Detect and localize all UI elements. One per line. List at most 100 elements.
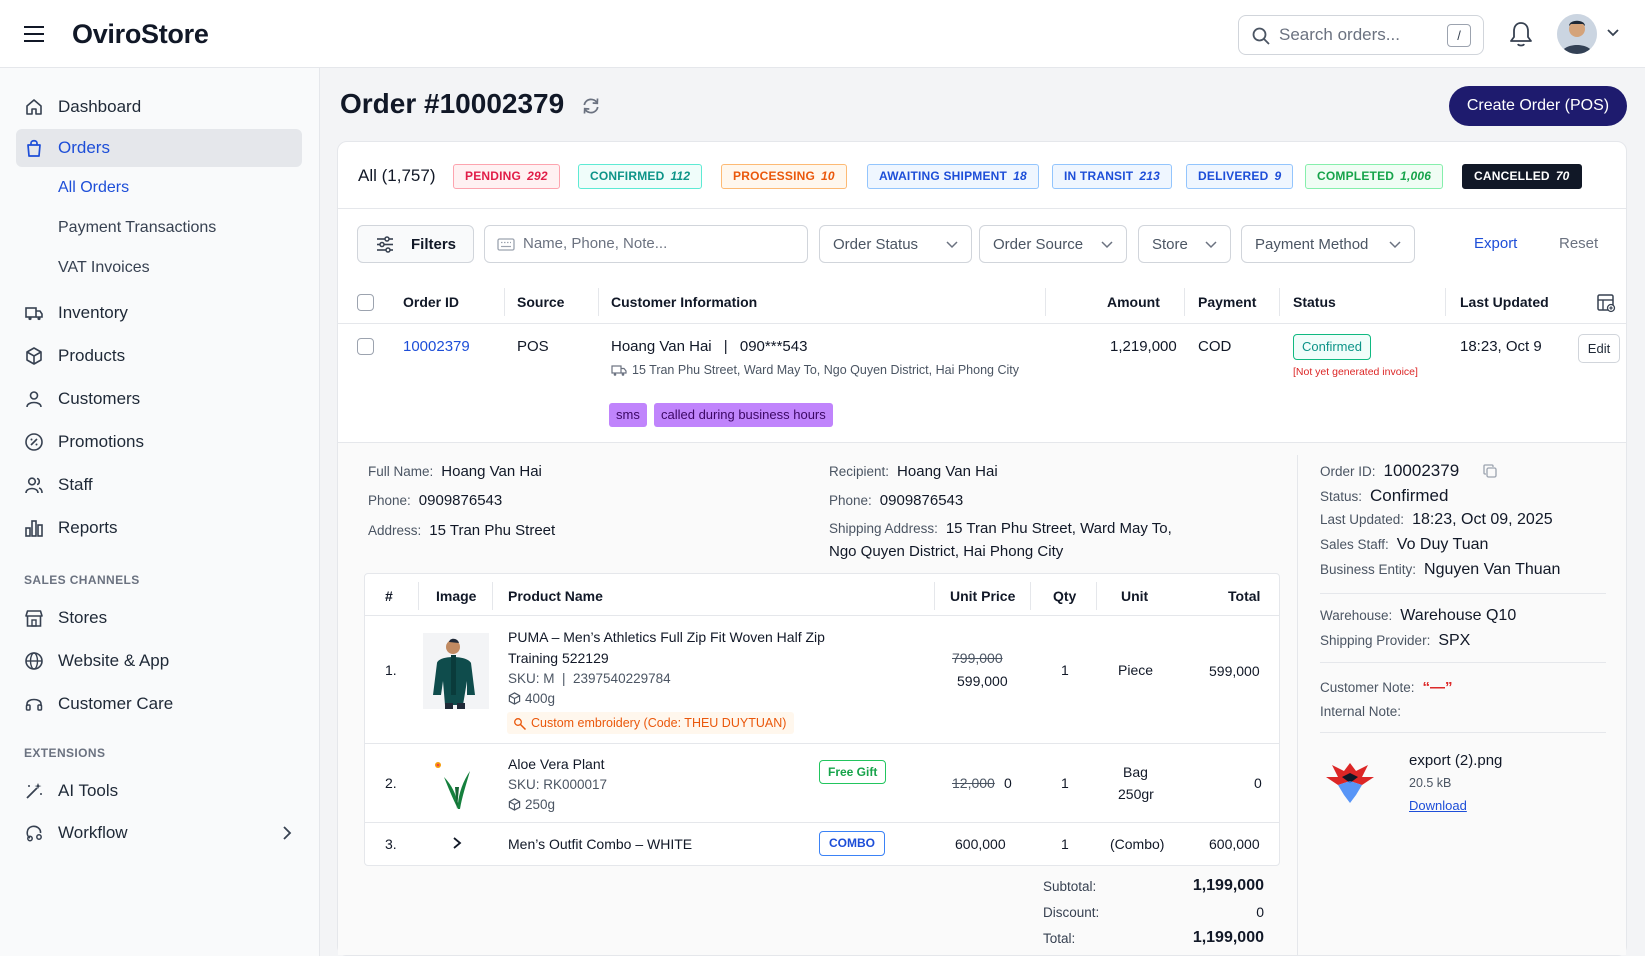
order-status-select[interactable]: Order Status xyxy=(819,225,972,263)
column-divider xyxy=(934,582,935,610)
column-header-order-id[interactable]: Order ID xyxy=(403,294,459,310)
store-select[interactable]: Store xyxy=(1138,225,1231,263)
product-unit: Bag xyxy=(1123,764,1148,780)
reset-button[interactable]: Reset xyxy=(1559,235,1598,252)
sidebar-subitem-payment-transactions[interactable]: Payment Transactions xyxy=(58,219,216,237)
product-name: PUMA – Men’s Athletics Full Zip Fit Wove… xyxy=(508,629,825,645)
label: Last Updated: xyxy=(1320,512,1405,527)
filter-search-input[interactable] xyxy=(523,235,793,252)
truck-icon xyxy=(611,365,627,377)
product-original-price: 12,000 xyxy=(952,775,995,791)
product-image[interactable] xyxy=(428,757,484,813)
sidebar-item-staff[interactable]: Staff xyxy=(16,466,302,504)
status-tab-delivered[interactable]: DELIVERED 9 xyxy=(1186,164,1294,189)
embroidery-note: Custom embroidery (Code: THEU DUYTUAN) xyxy=(507,712,795,734)
status-tab-awaiting-shipment[interactable]: AWAITING SHIPMENT 18 xyxy=(867,164,1039,189)
detail-internal-note: Internal Note: xyxy=(1320,704,1402,719)
chevron-down-icon xyxy=(945,240,959,249)
sidebar-item-promotions[interactable]: Promotions xyxy=(16,423,302,461)
copy-icon[interactable] xyxy=(1482,463,1498,479)
column-header-payment[interactable]: Payment xyxy=(1198,294,1256,310)
user-icon xyxy=(24,389,44,409)
detail-full-name: Full Name: Hoang Van Hai xyxy=(368,463,542,480)
column-settings-icon[interactable] xyxy=(1596,293,1616,313)
sidebar-item-ai-tools[interactable]: AI Tools xyxy=(16,772,302,810)
column-header-last-updated[interactable]: Last Updated xyxy=(1460,294,1549,310)
status-tab-label: IN TRANSIT xyxy=(1064,169,1134,183)
column-header-status[interactable]: Status xyxy=(1293,294,1336,310)
sidebar-item-customers[interactable]: Customers xyxy=(16,380,302,418)
sidebar-item-label: Workflow xyxy=(58,823,128,842)
sidebar-item-workflow[interactable]: Workflow xyxy=(16,814,302,852)
value: 0909876543 xyxy=(879,492,964,509)
product-unit-line2: 250gr xyxy=(1118,786,1154,802)
search-box[interactable]: / xyxy=(1238,15,1484,55)
column-header-image: Image xyxy=(436,588,477,604)
store-icon xyxy=(24,608,44,628)
status-tab-label: PROCESSING xyxy=(733,169,816,183)
order-source-select[interactable]: Order Source xyxy=(979,225,1127,263)
sidebar-item-label: AI Tools xyxy=(58,781,119,800)
sidebar-item-inventory[interactable]: Inventory xyxy=(16,294,302,332)
bell-icon[interactable] xyxy=(1508,20,1534,48)
export-button[interactable]: Export xyxy=(1474,235,1517,252)
filters-button[interactable]: Filters xyxy=(357,225,474,263)
status-tab-cancelled[interactable]: CANCELLED 70 xyxy=(1462,164,1582,189)
label: Customer Note: xyxy=(1320,680,1415,695)
column-divider xyxy=(1045,288,1046,316)
menu-icon[interactable] xyxy=(22,24,48,44)
percent-badge-icon xyxy=(24,432,44,452)
column-header-customer-information[interactable]: Customer Information xyxy=(611,294,757,310)
row-checkbox[interactable] xyxy=(357,338,374,355)
column-header-amount[interactable]: Amount xyxy=(1107,294,1160,310)
divider xyxy=(338,323,1626,324)
column-header-source[interactable]: Source xyxy=(517,294,564,310)
edit-button[interactable]: Edit xyxy=(1578,334,1620,363)
create-order-pos-button[interactable]: Create Order (POS) xyxy=(1449,86,1627,126)
status-tab-count: 112 xyxy=(670,169,691,183)
status-tab-completed[interactable]: COMPLETED 1,006 xyxy=(1305,164,1444,189)
status-tab-count: 10 xyxy=(821,169,835,183)
product-total: 599,000 xyxy=(1209,663,1260,679)
value: Hoang Van Hai xyxy=(441,463,542,480)
order-id-link[interactable]: 10002379 xyxy=(403,338,470,355)
value: Warehouse Q10 xyxy=(1400,607,1517,624)
sidebar-item-stores[interactable]: Stores xyxy=(16,599,302,637)
status-tab-confirmed[interactable]: CONFIRMED 112 xyxy=(578,164,703,189)
status-tab-in-transit[interactable]: IN TRANSIT 213 xyxy=(1052,164,1172,189)
product-image[interactable] xyxy=(423,633,489,709)
column-divider xyxy=(418,582,419,610)
product-weight-value: 400g xyxy=(525,691,556,706)
tab-all-orders[interactable]: All (1,757) xyxy=(358,166,435,186)
avatar[interactable] xyxy=(1557,14,1597,54)
chevron-right-icon xyxy=(282,825,292,841)
filter-search-box[interactable] xyxy=(484,225,808,263)
attachment-thumbnail[interactable] xyxy=(1322,755,1378,805)
sidebar-subitem-vat-invoices[interactable]: VAT Invoices xyxy=(58,259,150,277)
sidebar-item-customer-care[interactable]: Customer Care xyxy=(16,685,302,723)
search-input[interactable] xyxy=(1279,24,1439,46)
detail-business-entity: Business Entity: Nguyen Van Thuan xyxy=(1320,561,1560,579)
chevron-down-icon[interactable] xyxy=(1606,28,1620,38)
expand-chevron-icon[interactable] xyxy=(451,836,463,850)
sidebar-item-website-app[interactable]: Website & App xyxy=(16,642,302,680)
divider xyxy=(365,743,1279,744)
refresh-icon[interactable] xyxy=(580,95,602,117)
column-header-index: # xyxy=(385,588,393,604)
sliders-icon xyxy=(376,236,394,253)
select-all-checkbox[interactable] xyxy=(357,294,374,311)
order-tag-called[interactable]: called during business hours xyxy=(654,403,833,427)
brand-logo[interactable]: OviroStore xyxy=(72,19,209,50)
sidebar-item-reports[interactable]: Reports xyxy=(16,509,302,547)
order-tag-sms[interactable]: sms xyxy=(609,403,647,427)
sidebar-item-orders[interactable]: Orders xyxy=(16,129,302,167)
order-source: POS xyxy=(517,338,549,355)
attachment-download-link[interactable]: Download xyxy=(1409,798,1467,813)
status-tab-pending[interactable]: PENDING 292 xyxy=(453,164,560,189)
sidebar-subitem-all-orders[interactable]: All Orders xyxy=(58,179,129,197)
payment-method-select[interactable]: Payment Method xyxy=(1241,225,1415,263)
sidebar-item-products[interactable]: Products xyxy=(16,337,302,375)
column-divider xyxy=(504,288,505,316)
status-tab-processing[interactable]: PROCESSING 10 xyxy=(721,164,847,189)
sidebar-item-dashboard[interactable]: Dashboard xyxy=(16,88,302,126)
